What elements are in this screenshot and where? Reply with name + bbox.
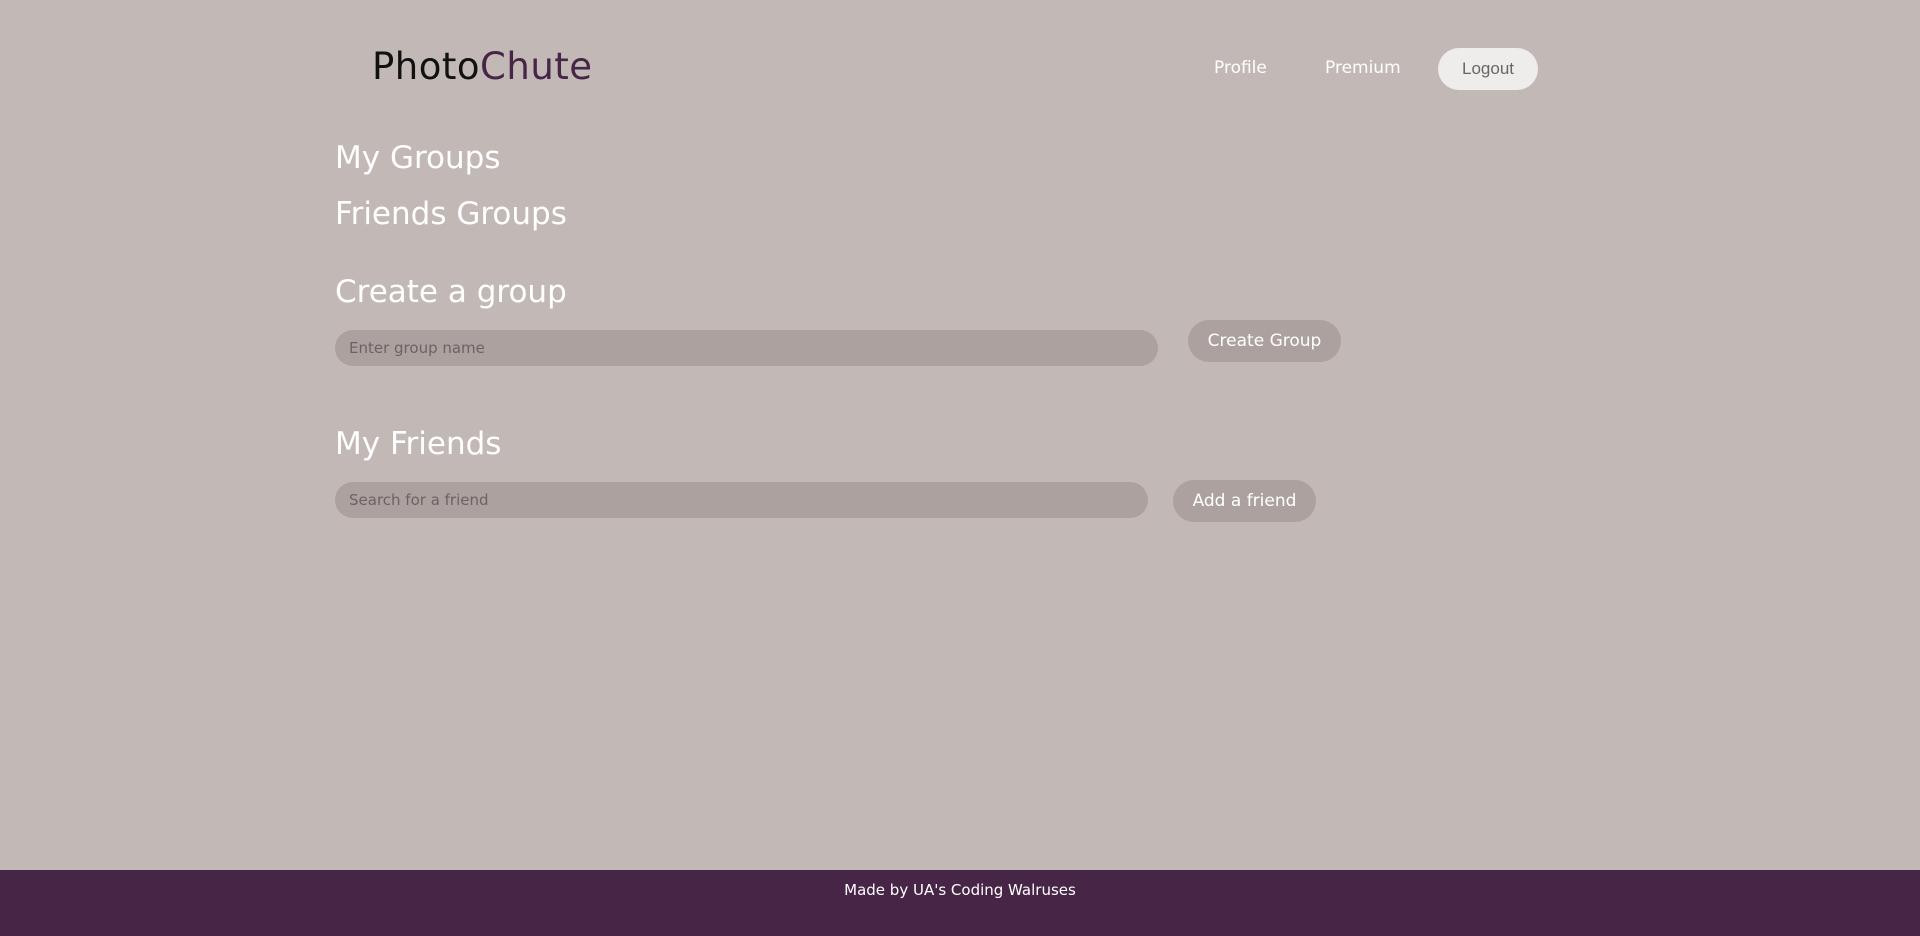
footer: Made by UA's Coding Walruses <box>0 870 1920 936</box>
logo[interactable]: PhotoChute <box>372 45 593 89</box>
header: PhotoChute Profile Premium Logout <box>0 0 1920 137</box>
logo-photo-text: Photo <box>372 45 481 88</box>
add-friend-button[interactable]: Add a friend <box>1173 480 1316 522</box>
my-friends-heading: My Friends <box>335 426 502 462</box>
friends-groups-heading[interactable]: Friends Groups <box>335 195 567 233</box>
create-group-heading: Create a group <box>335 274 567 310</box>
my-groups-heading[interactable]: My Groups <box>335 139 500 177</box>
footer-credit: Made by UA's Coding Walruses <box>844 881 1076 899</box>
create-group-button[interactable]: Create Group <box>1188 320 1341 362</box>
nav-premium-link[interactable]: Premium <box>1325 58 1401 78</box>
page: PhotoChute Profile Premium Logout My Gro… <box>0 0 1920 936</box>
group-name-input[interactable] <box>335 330 1158 366</box>
friend-search-input[interactable] <box>335 482 1148 518</box>
logo-chute-text: Chute <box>480 45 593 88</box>
nav-profile-link[interactable]: Profile <box>1214 58 1267 78</box>
logout-button[interactable]: Logout <box>1438 48 1538 90</box>
